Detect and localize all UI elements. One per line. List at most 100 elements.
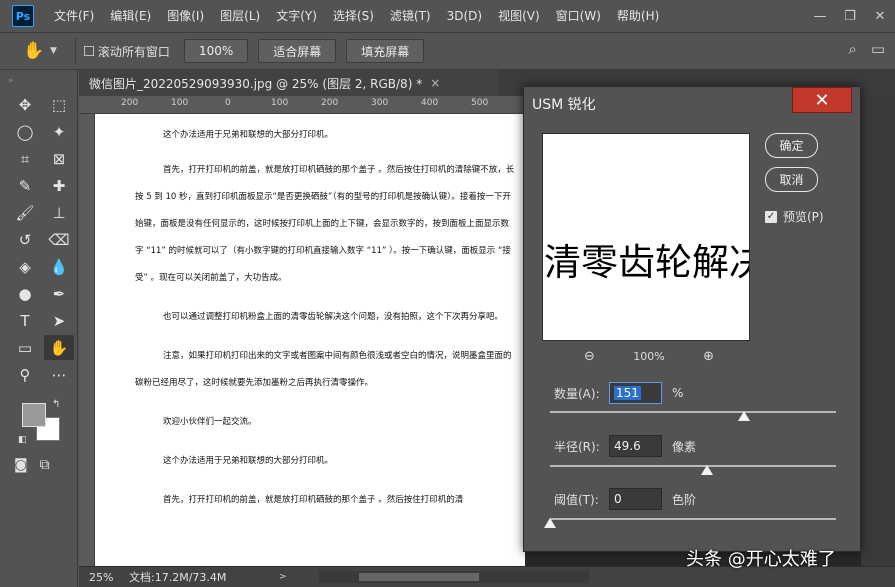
move-tool-icon[interactable]: ✥ [10, 92, 40, 117]
threshold-slider-knob[interactable] [544, 518, 556, 528]
frame-tool-icon[interactable]: ⊠ [44, 146, 74, 171]
menu-bar: Ps 文件(F) 编辑(E) 图像(I) 图层(L) 文字(Y) 选择(S) 滤… [0, 0, 895, 32]
menu-file[interactable]: 文件(F) [46, 0, 102, 32]
ruler-tick: 100 [171, 98, 189, 108]
dialog-close-button[interactable]: ✕ [792, 87, 852, 113]
status-menu-arrow-icon[interactable]: > [279, 572, 309, 582]
doc-paragraph: 也可以通过调整打印机粉盒上面的清零齿轮解决这个问题，没有拍照，这个下次再分享吧。 [163, 312, 504, 322]
ruler-tick: 200 [321, 98, 339, 108]
document-tab-title: 微信图片_20220529093930.jpg @ 25% (图层 2, RGB… [89, 76, 423, 91]
checkbox-box[interactable] [83, 46, 94, 56]
minimize-icon[interactable]: — [805, 0, 835, 32]
menu-help[interactable]: 帮助(H) [609, 0, 667, 32]
dodge-tool-icon[interactable]: ● [10, 281, 40, 306]
threshold-input[interactable]: 0 [609, 488, 662, 510]
crop-tool-icon[interactable]: ⌗ [10, 146, 40, 171]
search-icon[interactable]: ⌕ [848, 40, 856, 58]
scrollbar-thumb[interactable] [359, 573, 479, 581]
workspace-icon[interactable]: ▭ [871, 40, 885, 58]
vertical-ruler [79, 114, 95, 566]
menu-type[interactable]: 文字(Y) [268, 0, 325, 32]
close-tab-icon[interactable]: × [430, 76, 440, 90]
ok-button[interactable]: 确定 [765, 133, 818, 158]
menu-image[interactable]: 图像(I) [159, 0, 212, 32]
stamp-tool-icon[interactable]: ⊥ [44, 200, 74, 225]
amount-slider[interactable] [550, 411, 836, 421]
zoom-out-icon[interactable]: ⊖ [584, 349, 595, 364]
options-bar: ✋ ▼ 滚动所有窗口 100% 适合屏幕 填充屏幕 ⌕ ▭ [0, 32, 895, 70]
radius-slider-knob[interactable] [701, 465, 714, 475]
menu-3d[interactable]: 3D(D) [439, 0, 490, 32]
amount-unit: % [672, 386, 684, 400]
menu-view[interactable]: 视图(V) [490, 0, 548, 32]
healing-brush-tool-icon[interactable]: ✚ [44, 173, 74, 198]
screen-mode-icon[interactable]: ⧉ [40, 457, 50, 473]
doc-paragraph: 首先，打开打印机的前盖，就是放打印机硒鼓的那个盖子 。然后按住打印机的清 [163, 495, 464, 505]
pen-tool-icon[interactable]: ✒ [44, 281, 74, 306]
radius-input[interactable]: 49.6 [609, 435, 662, 457]
amount-label: 数量(A): [554, 386, 600, 401]
history-brush-tool-icon[interactable]: ↺ [10, 227, 40, 252]
marquee-tool-icon[interactable]: ⬚ [44, 92, 74, 117]
more-tools-icon[interactable]: ⋯ [44, 362, 74, 387]
eyedropper-tool-icon[interactable]: ✎ [10, 173, 40, 198]
checkmark-icon[interactable]: ✓ [765, 210, 777, 223]
amount-slider-knob[interactable] [738, 411, 751, 421]
cancel-button[interactable]: 取消 [765, 167, 818, 192]
paint-bucket-tool-icon[interactable]: ◈ [10, 254, 40, 279]
menu-select[interactable]: 选择(S) [325, 0, 382, 32]
horizontal-scrollbar[interactable] [319, 571, 589, 583]
hand-tool-icon[interactable]: ✋ [44, 335, 74, 360]
amount-value: 151 [614, 386, 641, 400]
doc-paragraph: 这个办法适用于兄弟和联想的大部分打印机。 [163, 456, 334, 466]
status-zoom[interactable]: 25% [79, 571, 129, 584]
restore-icon[interactable]: ❐ [835, 0, 865, 32]
lasso-tool-icon[interactable]: ◯ [10, 119, 40, 144]
threshold-slider[interactable] [544, 518, 836, 528]
close-window-icon[interactable]: ✕ [865, 0, 895, 32]
rectangle-tool-icon[interactable]: ▭ [10, 335, 40, 360]
photoshop-logo-icon: Ps [12, 5, 34, 27]
doc-paragraph: 欢迎小伙伴们一起交流。 [163, 417, 257, 427]
magic-wand-tool-icon[interactable]: ✦ [44, 119, 74, 144]
menu-window[interactable]: 窗口(W) [548, 0, 609, 32]
zoom-tool-icon[interactable]: ⚲ [10, 362, 40, 387]
menu-layer[interactable]: 图层(L) [212, 0, 268, 32]
quick-mask-icon[interactable]: ◙ [14, 457, 28, 473]
options-right-icons: ⌕ ▭ [848, 40, 885, 58]
filter-preview[interactable]: 清零齿轮解决 [542, 133, 750, 341]
menu-filter[interactable]: 滤镜(T) [382, 0, 439, 32]
zoom-in-icon[interactable]: ⊕ [703, 349, 714, 364]
zoom-100-button[interactable]: 100% [183, 39, 249, 63]
ruler-tick: 300 [371, 98, 389, 108]
amount-row: 数量(A): 151 % [554, 382, 683, 404]
hand-icon[interactable]: ✋ [20, 37, 48, 65]
tools-grid: ✥ ⬚ ◯ ✦ ⌗ ⊠ ✎ ✚ 🖌 ⊥ ↺ ⌫ ◈ 💧 ● ✒ T ➤ ▭ ✋ … [10, 92, 77, 387]
menu-edit[interactable]: 编辑(E) [102, 0, 159, 32]
preview-checkbox[interactable]: ✓ 预览(P) [765, 208, 824, 225]
doc-paragraph: 注意，如果打印机打印出来的文字或者图案中间有颜色很浅或者空白的情况，说明墨盒里面… [135, 351, 512, 388]
fit-screen-button[interactable]: 适合屏幕 [258, 39, 337, 63]
scroll-all-windows-label: 滚动所有窗口 [97, 44, 170, 59]
radius-slider[interactable] [550, 465, 836, 475]
right-panel-strip [861, 96, 895, 566]
brush-tool-icon[interactable]: 🖌 [10, 200, 40, 225]
panel-grip-icon[interactable]: » [0, 70, 77, 92]
swap-colors-icon[interactable]: ↰ [52, 399, 60, 410]
foreground-color-swatch[interactable] [22, 403, 46, 427]
path-selection-tool-icon[interactable]: ➤ [44, 308, 74, 333]
type-tool-icon[interactable]: T [10, 308, 40, 333]
eraser-tool-icon[interactable]: ⌫ [44, 227, 74, 252]
amount-input[interactable]: 151 [609, 382, 662, 404]
unsharp-mask-dialog: USM 锐化 ✕ 清零齿轮解决 ⊖ 100% ⊕ 确定 取消 ✓ 预览(P) 数… [523, 86, 861, 552]
document-page: 这个办法适用于兄弟和联想的大部分打印机。 首先，打开打印机的前盖，就是放打印机硒… [95, 114, 525, 566]
document-tab[interactable]: 微信图片_20220529093930.jpg @ 25% (图层 2, RGB… [79, 70, 499, 96]
blur-tool-icon[interactable]: 💧 [44, 254, 74, 279]
default-colors-icon[interactable]: ◧ [18, 435, 27, 445]
radius-label: 半径(R): [554, 439, 600, 454]
tool-preset-chevron-down-icon[interactable]: ▼ [50, 46, 57, 56]
scroll-all-windows-checkbox[interactable]: 滚动所有窗口 [83, 43, 170, 60]
preview-text: 清零齿轮解决 [544, 241, 750, 284]
watermark: 头条 @开心太难了 [686, 549, 836, 570]
fill-screen-button[interactable]: 填充屏幕 [346, 39, 425, 63]
